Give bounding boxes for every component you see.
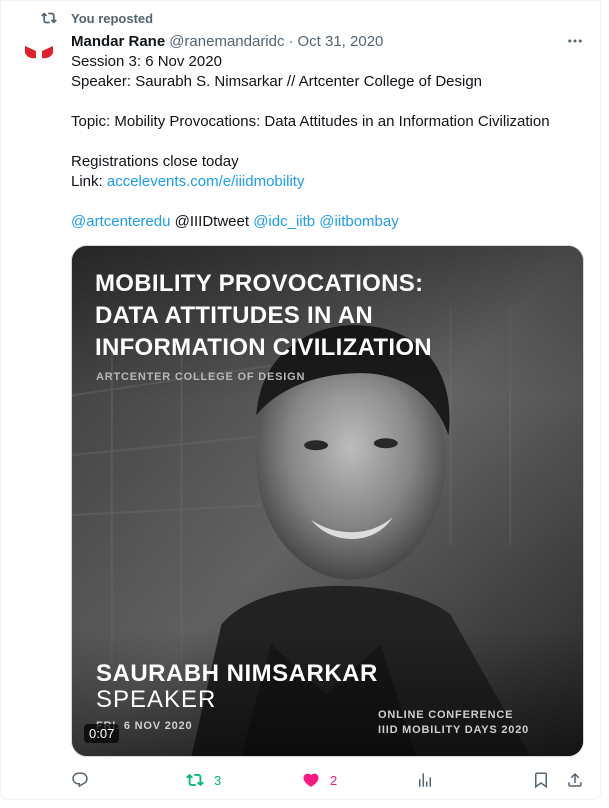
tweet-line-link: Link: accelevents.com/e/iiidmobility	[71, 172, 591, 192]
poster-conference-line: IIID MOBILITY DAYS 2020	[378, 724, 530, 736]
author-handle[interactable]: @ranemandaridc	[169, 33, 284, 50]
views-button[interactable]	[416, 769, 434, 791]
poster-speaker-role: SPEAKER	[96, 686, 217, 713]
poster-title: MOBILITY PROVOCATIONS: DATA ATTITUDES IN…	[95, 268, 432, 364]
header-separator: ·	[288, 32, 294, 50]
registration-link[interactable]: accelevents.com/e/iiidmobility	[107, 173, 305, 190]
action-bar: 3 2	[71, 769, 586, 791]
poster-title-line: INFORMATION CIVILIZATION	[95, 334, 432, 361]
mention-iiidtweet: @IIIDtweet	[170, 213, 254, 230]
video-media[interactable]: MOBILITY PROVOCATIONS: DATA ATTITUDES IN…	[71, 245, 584, 757]
tweet-line-mentions: @artcenteredu @IIIDtweet @idc_iitb @iitb…	[71, 212, 591, 232]
like-count: 2	[330, 772, 338, 788]
mention-iitbombay[interactable]: @iitbombay	[319, 213, 398, 230]
views-chart-icon	[419, 773, 431, 787]
bookmark-button[interactable]	[532, 769, 550, 791]
heart-icon	[303, 773, 319, 787]
bookmark-icon	[535, 772, 547, 789]
more-icon	[568, 39, 582, 43]
poster-title-line: DATA ATTITUDES IN AN	[95, 302, 373, 329]
poster-conference-line: ONLINE CONFERENCE	[378, 709, 514, 721]
poster-speaker-name: SAURABH NIMSARKAR	[96, 660, 378, 687]
tweet-date[interactable]: Oct 31, 2020	[298, 33, 384, 50]
poster-title-line: MOBILITY PROVOCATIONS:	[95, 270, 424, 297]
repost-label: You reposted	[71, 10, 154, 26]
repost-icon	[186, 773, 204, 787]
video-duration-badge: 0:07	[84, 724, 120, 743]
repost-button[interactable]: 3	[186, 769, 221, 791]
avatar[interactable]	[21, 37, 57, 73]
tweet-card[interactable]: You reposted Mandar Rane @ranemandaridc …	[0, 0, 601, 800]
tweet-header: Mandar Rane @ranemandaridc · Oct 31, 202…	[71, 31, 586, 51]
poster-organization: ARTCENTER COLLEGE OF DESIGN	[96, 371, 306, 383]
repost-indicator: You reposted	[41, 10, 153, 26]
share-button[interactable]	[566, 769, 584, 791]
link-prefix: Link:	[71, 173, 107, 190]
author-name[interactable]: Mandar Rane	[71, 33, 165, 50]
mention-idc-iitb[interactable]: @idc_iitb	[253, 213, 315, 230]
poster-conference: ONLINE CONFERENCE IIID MOBILITY DAYS 202…	[378, 708, 529, 738]
tweet-line-topic: Topic: Mobility Provocations: Data Attit…	[71, 113, 550, 130]
reply-button[interactable]	[71, 769, 89, 791]
tweet-line-session: Session 3: 6 Nov 2020	[71, 53, 222, 70]
avatar-logo-icon	[25, 46, 53, 59]
tweet-line-registrations: Registrations close today	[71, 153, 239, 170]
tweet-line-speaker: Speaker: Saurabh S. Nimsarkar // Artcent…	[71, 73, 483, 90]
mention-artcenteredu[interactable]: @artcenteredu	[71, 213, 170, 230]
share-icon	[568, 772, 582, 787]
repost-icon	[41, 12, 57, 24]
more-options-button[interactable]	[564, 31, 586, 51]
tweet-text: Session 3: 6 Nov 2020 Speaker: Saurabh S…	[71, 52, 591, 232]
repost-count: 3	[214, 772, 222, 788]
like-button[interactable]: 2	[302, 769, 337, 791]
reply-icon	[72, 772, 88, 788]
